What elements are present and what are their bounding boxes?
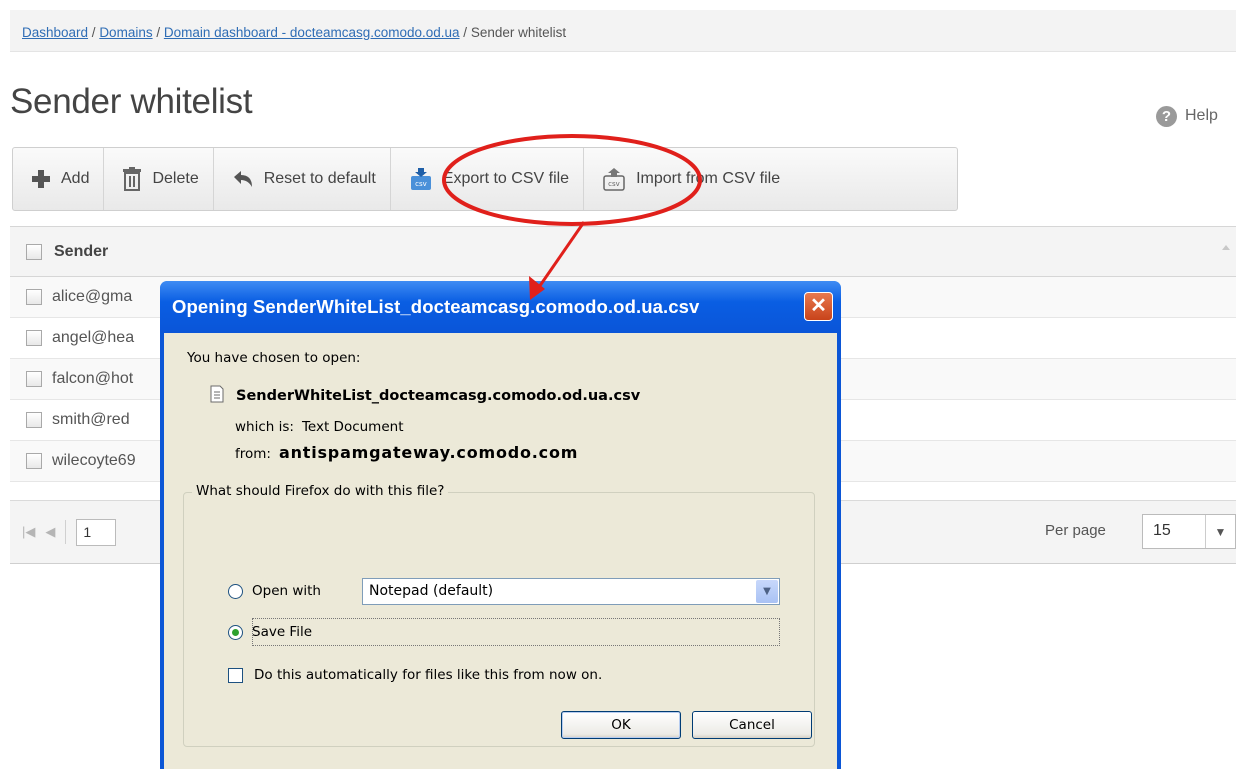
add-label: Add [61, 170, 90, 187]
row-sender-email: falcon@hot [52, 370, 134, 387]
first-page-icon[interactable]: |◀ [22, 524, 35, 540]
breadcrumb-separator: / [152, 25, 164, 40]
from-label: from: [235, 446, 271, 462]
row-sender-email: angel@hea [52, 329, 135, 346]
prev-page-icon[interactable]: ◀ [45, 524, 55, 540]
trash-icon [122, 167, 142, 191]
breadcrumb-dashboard-link[interactable]: Dashboard [22, 25, 88, 40]
save-file-focus-ring [252, 618, 780, 646]
toolbar: Add Delete Reset to default csv Export t… [12, 147, 958, 211]
breadcrumb-separator: / [459, 25, 471, 40]
export-label: Export to CSV file [442, 170, 570, 187]
row-checkbox[interactable] [26, 412, 42, 428]
row-checkbox[interactable] [26, 453, 42, 469]
import-label: Import from CSV file [636, 170, 781, 187]
open-with-app-select[interactable]: Notepad (default) ▼ [362, 578, 780, 605]
svg-text:csv: csv [415, 180, 427, 188]
open-with-label: Open with [252, 583, 321, 599]
add-button[interactable]: Add [13, 148, 105, 210]
chevron-down-icon[interactable]: ▼ [1205, 515, 1235, 548]
file-type-line: which is: Text Document [235, 419, 404, 435]
chevron-down-icon[interactable]: ▼ [756, 580, 778, 603]
plus-icon [31, 169, 51, 189]
auto-label: Do this automatically for files like thi… [254, 667, 603, 683]
breadcrumb-domains-link[interactable]: Domains [99, 25, 152, 40]
row-checkbox[interactable] [26, 289, 42, 305]
csv-export-icon: csv [409, 167, 433, 191]
auto-checkbox[interactable] [228, 667, 243, 683]
breadcrumb: Dashboard / Domains / Domain dashboard -… [10, 10, 1236, 52]
dialog-body: You have chosen to open: SenderWhiteList… [164, 333, 837, 769]
page-number-input[interactable]: 1 [76, 518, 117, 546]
radio-selected-dot [232, 628, 239, 636]
open-with-radio[interactable] [228, 583, 243, 599]
row-sender-email: wilecoyte69 [52, 452, 136, 469]
dialog-title: Opening SenderWhiteList_docteamcasg.como… [160, 281, 841, 333]
table-header: Sender [10, 227, 1236, 277]
which-is-label: which is: [235, 419, 294, 435]
csv-import-icon: csv [602, 167, 626, 191]
select-all-checkbox[interactable] [26, 243, 42, 260]
row-checkbox[interactable] [26, 330, 42, 346]
sender-column-header[interactable]: Sender [54, 243, 108, 261]
pager-divider [65, 520, 67, 544]
auto-option[interactable]: Do this automatically for files like thi… [228, 667, 602, 683]
help-label: Help [1185, 107, 1218, 124]
row-checkbox[interactable] [26, 371, 42, 387]
reset-to-default-button[interactable]: Reset to default [214, 148, 391, 210]
breadcrumb-current: Sender whitelist [470, 25, 567, 40]
delete-button[interactable]: Delete [104, 148, 214, 210]
file-type-value: Text Document [301, 419, 404, 435]
action-group: What should Firefox do with this file? O… [183, 483, 815, 747]
per-page-value: 15 [1153, 522, 1171, 539]
svg-text:csv: csv [608, 180, 620, 188]
open-with-app-value: Notepad (default) [369, 583, 494, 599]
sort-arrow-icon[interactable] [1222, 245, 1230, 250]
file-name: SenderWhiteList_docteamcasg.comodo.od.ua… [236, 388, 641, 404]
text-file-icon [210, 385, 224, 407]
undo-arrow-icon [232, 169, 254, 189]
ok-button[interactable]: OK [561, 711, 681, 739]
file-source-line: from: antispamgateway.comodo.com [235, 443, 578, 462]
delete-label: Delete [152, 170, 199, 187]
save-file-radio[interactable] [228, 624, 243, 640]
row-sender-email: smith@red [52, 411, 130, 428]
file-info: SenderWhiteList_docteamcasg.comodo.od.ua… [210, 385, 640, 407]
close-icon[interactable]: ✕ [804, 292, 833, 321]
action-question: What should Firefox do with this file? [192, 483, 449, 499]
page-title: Sender whitelist [10, 82, 253, 121]
question-icon: ? [1156, 105, 1177, 127]
save-file-label: Save File [252, 624, 313, 640]
cancel-button[interactable]: Cancel [692, 711, 812, 739]
chosen-to-open-text: You have chosen to open: [187, 350, 361, 366]
help-link[interactable]: ? Help [1156, 105, 1218, 127]
breadcrumb-domain-dashboard-link[interactable]: Domain dashboard - docteamcasg.comodo.od… [164, 25, 460, 40]
per-page-select[interactable]: 15 ▼ [1142, 514, 1236, 549]
open-with-option[interactable]: Open with [228, 583, 321, 599]
file-open-dialog: Opening SenderWhiteList_docteamcasg.como… [160, 281, 841, 769]
per-page-label: Per page [1045, 522, 1106, 539]
export-csv-button[interactable]: csv Export to CSV file [391, 148, 585, 210]
file-source-value: antispamgateway.comodo.com [278, 443, 579, 462]
import-csv-button[interactable]: csv Import from CSV file [584, 148, 794, 210]
save-file-option[interactable]: Save File [228, 624, 312, 640]
breadcrumb-separator: / [88, 25, 100, 40]
reset-label: Reset to default [263, 170, 376, 187]
row-sender-email: alice@gma [52, 288, 133, 305]
